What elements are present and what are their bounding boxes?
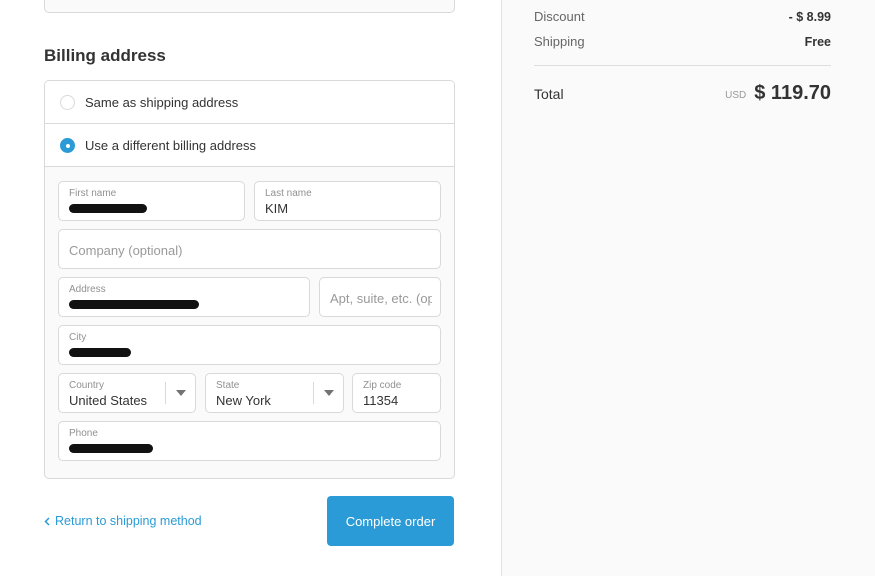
country-select[interactable]: Country United States <box>58 373 196 413</box>
city-field[interactable]: City <box>58 325 441 365</box>
state-select[interactable]: State New York <box>205 373 344 413</box>
address-label: Address <box>69 284 106 295</box>
order-summary-sidebar: Discount - $ 8.99 Shipping Free Total US… <box>501 0 875 576</box>
phone-field[interactable]: Phone <box>58 421 441 461</box>
state-value: New York <box>216 393 271 408</box>
apt-suite-field[interactable]: Apt, suite, etc. (optional) <box>319 277 441 317</box>
return-to-shipping-link[interactable]: Return to shipping method <box>44 514 202 528</box>
chevron-left-icon <box>44 516 50 526</box>
redacted-phone <box>69 444 153 453</box>
first-name-label: First name <box>69 188 117 199</box>
redacted-city <box>69 348 131 357</box>
redacted-first-name <box>69 204 147 213</box>
different-billing-option[interactable]: Use a different billing address <box>45 124 454 167</box>
different-billing-radio[interactable] <box>60 137 75 153</box>
zip-code-value: 11354 <box>363 393 399 408</box>
discount-label: Discount <box>534 9 585 24</box>
first-name-field[interactable]: First name <box>58 181 245 221</box>
same-as-shipping-radio[interactable] <box>60 94 75 110</box>
country-value: United States <box>69 393 148 408</box>
previous-section-box <box>44 0 455 13</box>
country-label: Country <box>69 380 105 391</box>
total-amount-group: USD $ 119.70 <box>725 82 831 105</box>
currency-code: USD <box>725 89 747 101</box>
zip-code-field[interactable]: Zip code 11354 <box>352 373 441 413</box>
last-name-field[interactable]: Last name KIM <box>254 181 441 221</box>
same-as-shipping-label: Same as shipping address <box>85 94 239 110</box>
phone-label: Phone <box>69 428 98 439</box>
shipping-row: Shipping Free <box>534 34 831 49</box>
last-name-label: Last name <box>265 188 312 199</box>
discount-value: - $ 8.99 <box>788 10 831 24</box>
return-to-shipping-label: Return to shipping method <box>55 514 202 528</box>
city-label: City <box>69 332 87 343</box>
same-as-shipping-option[interactable]: Same as shipping address <box>45 81 454 124</box>
company-field[interactable]: Company (optional) <box>58 229 441 269</box>
complete-order-button[interactable]: Complete order <box>327 496 454 546</box>
redacted-address <box>69 300 199 309</box>
country-chevron-down-icon <box>165 382 195 404</box>
discount-row: Discount - $ 8.99 <box>534 9 831 24</box>
shipping-value: Free <box>804 35 831 49</box>
state-label: State <box>216 380 240 391</box>
apt-suite-placeholder: Apt, suite, etc. (optional) <box>330 291 432 306</box>
last-name-value: KIM <box>265 201 289 216</box>
zip-code-label: Zip code <box>363 380 402 391</box>
total-amount: $ 119.70 <box>754 82 831 104</box>
billing-address-options: Same as shipping address Use a different… <box>44 80 455 479</box>
billing-address-title: Billing address <box>44 46 166 65</box>
company-placeholder: Company (optional) <box>69 243 183 258</box>
total-row: Total USD $ 119.70 <box>534 82 831 105</box>
summary-divider <box>534 65 831 66</box>
total-label: Total <box>534 85 564 102</box>
different-billing-label: Use a different billing address <box>85 137 257 153</box>
shipping-label: Shipping <box>534 34 585 49</box>
state-chevron-down-icon <box>313 382 343 404</box>
address-field[interactable]: Address <box>58 277 310 317</box>
checkout-main: Billing address Same as shipping address… <box>0 0 501 576</box>
